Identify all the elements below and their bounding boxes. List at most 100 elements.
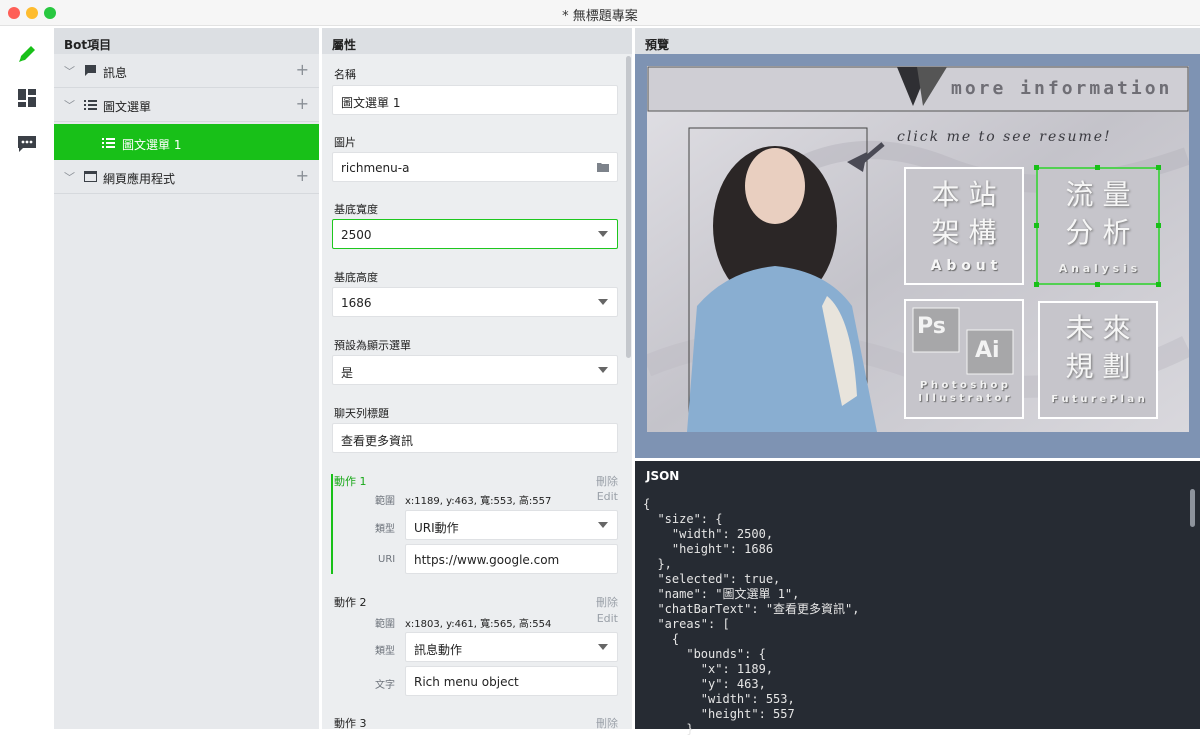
json-code-line: "selected": true, [643, 572, 781, 586]
tile-analysis-line2: 分 析 [1065, 216, 1131, 249]
action-1-range-value: x:1189, y:463, 寬:553, 高:557 [405, 496, 552, 507]
action-3-title: 動作 3 [334, 717, 367, 729]
bot-items-panel: Bot項目 ﹀ 訊息 + ﹀ 圖文選單 + 圖文選單 1 ﹀ 網頁應用程式 + [54, 28, 319, 729]
list-icon [84, 100, 97, 110]
action-1-delete-button[interactable]: 刪除 [596, 473, 618, 489]
action-1-edit-button[interactable]: Edit [597, 490, 618, 503]
add-webapp-button[interactable]: + [296, 166, 309, 185]
action-1-type-select[interactable]: URI動作 [405, 510, 618, 540]
tile-about-title[interactable]: 本 站 架 構 [905, 176, 1023, 252]
json-code-line: "x": 1189, [643, 662, 774, 676]
chat-icon[interactable] [16, 133, 38, 155]
tree-item-webapp[interactable]: ﹀ 網頁應用程式 + [54, 160, 319, 194]
json-panel: JSON { "size": { "width": 2500, "height"… [635, 461, 1200, 736]
name-input[interactable]: 圖文選單 1 [332, 85, 618, 115]
caret-down-icon [598, 367, 608, 373]
action-2-text-input[interactable]: Rich menu object [405, 666, 618, 696]
richmenu-canvas[interactable]: more information click me to see resume!… [647, 66, 1189, 432]
chevron-down-icon[interactable]: ﹀ [64, 169, 75, 185]
caret-down-icon [598, 522, 608, 528]
tile-future-title[interactable]: 未 來 規 劃 [1039, 310, 1157, 386]
default-menu-select[interactable]: 是 [332, 355, 618, 385]
action-1-type-label: 類型 [375, 524, 395, 535]
preview-header: 預覽 [635, 28, 1200, 54]
tile-future-line2: 規 劃 [1065, 350, 1131, 383]
json-code-line: } [643, 722, 694, 736]
click-hint-text: click me to see resume! [897, 129, 1112, 145]
message-icon [85, 65, 96, 76]
base-width-select[interactable]: 2500 [332, 219, 618, 249]
chevron-down-icon[interactable]: ﹀ [64, 97, 75, 113]
caret-down-icon [598, 299, 608, 305]
tree-item-label: 訊息 [103, 66, 128, 80]
json-code[interactable]: { "size": { "width": 2500, "height": 168… [643, 497, 860, 737]
action-2-edit-button[interactable]: Edit [597, 612, 618, 625]
json-code-line: }, [643, 557, 672, 571]
action-2-text-label: 文字 [375, 680, 395, 691]
tree-item-label: 網頁應用程式 [103, 172, 176, 186]
json-code-line: "size": { [643, 512, 723, 526]
action-2-type-select[interactable]: 訊息動作 [405, 632, 618, 662]
list-icon [102, 138, 115, 148]
add-message-button[interactable]: + [296, 60, 309, 79]
properties-panel: 屬性 名稱 圖文選單 1 圖片 richmenu-a 基底寬度 2500 基底高… [322, 28, 632, 729]
bot-items-header: Bot項目 [54, 28, 319, 54]
action-1-uri-label: URI [378, 554, 396, 565]
image-value: richmenu-a [341, 161, 410, 175]
json-header: JSON [635, 461, 1200, 487]
chatbar-input[interactable]: 查看更多資訊 [332, 423, 618, 453]
icon-rail [0, 27, 54, 729]
folder-icon[interactable] [597, 162, 609, 172]
tree-item-richmenu-1[interactable]: 圖文選單 1 [54, 124, 319, 160]
json-code-line: "height": 557 [643, 707, 795, 721]
image-label: 圖片 [334, 136, 356, 149]
tile-future-line1: 未 來 [1065, 312, 1131, 345]
base-height-label: 基底高度 [334, 271, 378, 284]
json-code-line: { [643, 632, 680, 646]
action-1-uri-input[interactable]: https://www.google.com [405, 544, 618, 574]
tree-item-label: 圖文選單 [103, 100, 152, 114]
action-2-range-value: x:1803, y:461, 寬:565, 高:554 [405, 619, 552, 630]
tile-about-line1: 本 站 [931, 178, 997, 211]
title-bar: * 無標題專案 [0, 0, 1200, 26]
json-code-line: "height": 1686 [643, 542, 774, 556]
tile-analysis-title[interactable]: 流 量 分 析 [1037, 176, 1159, 252]
photoshop-logo: Ps [917, 314, 946, 339]
tree-item-richmenu[interactable]: ﹀ 圖文選單 + [54, 88, 319, 122]
tile-about-sub: A b o u t [930, 258, 998, 274]
action-1-type-value: URI動作 [414, 521, 459, 535]
properties-scrollbar[interactable] [626, 56, 631, 358]
add-richmenu-button[interactable]: + [296, 94, 309, 113]
tree-item-messages[interactable]: ﹀ 訊息 + [54, 54, 319, 88]
json-code-line: "y": 463, [643, 677, 766, 691]
json-code-line: "bounds": { [643, 647, 766, 661]
webapp-icon [84, 171, 97, 182]
image-input[interactable]: richmenu-a [332, 152, 618, 182]
action-3-delete-button[interactable]: 刪除 [596, 715, 618, 729]
banner-text: more information [951, 78, 1173, 99]
chatbar-label: 聊天列標題 [334, 407, 389, 420]
action-2-delete-button[interactable]: 刪除 [596, 594, 618, 610]
tile-future-sub: F u t u r e P l a n [1051, 394, 1145, 405]
action-1-title: 動作 1 [334, 475, 367, 488]
json-scrollbar[interactable] [1190, 489, 1195, 527]
tile-tools-sub2: I l l u s t r a t o r [918, 393, 1010, 404]
action-1-indicator [331, 474, 333, 574]
json-code-line: "name": "圖文選單 1", [643, 587, 800, 601]
json-code-line: { [643, 497, 651, 511]
dashboard-icon[interactable] [16, 87, 38, 109]
base-height-select[interactable]: 1686 [332, 287, 618, 317]
caret-down-icon [598, 644, 608, 650]
tile-analysis-line1: 流 量 [1065, 178, 1131, 211]
caret-down-icon [598, 231, 608, 237]
json-code-line: "width": 2500, [643, 527, 774, 541]
action-2-type-label: 類型 [375, 646, 395, 657]
tile-about-line2: 架 構 [931, 216, 997, 249]
default-menu-value: 是 [341, 366, 354, 380]
window-title: * 無標題專案 [562, 9, 638, 24]
name-label: 名稱 [334, 68, 356, 81]
action-1-range-label: 範圍 [375, 496, 395, 507]
pencil-icon[interactable] [16, 43, 38, 65]
base-height-value: 1686 [341, 296, 372, 310]
chevron-down-icon[interactable]: ﹀ [64, 63, 75, 79]
